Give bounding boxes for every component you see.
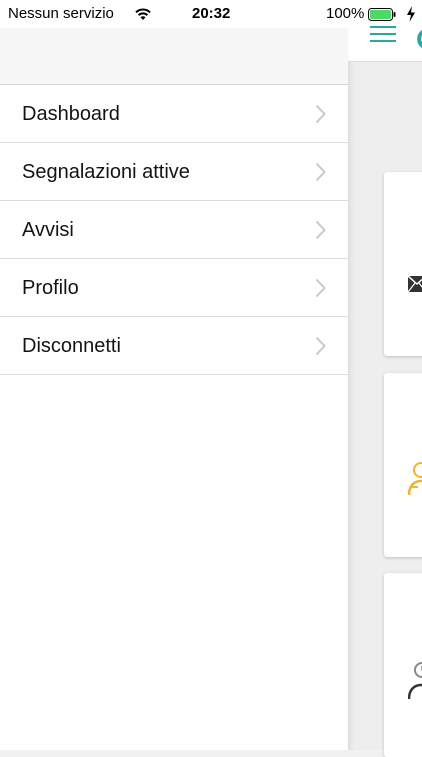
logo-icon (417, 29, 422, 49)
card-profile[interactable] (384, 573, 422, 757)
wifi-icon (135, 8, 151, 20)
menu-item-label: Profilo (22, 277, 79, 299)
chevron-right-icon (315, 104, 326, 124)
side-drawer: Dashboard Segnalazioni attive Avvisi Pro… (0, 0, 348, 750)
user-warning-icon (408, 462, 422, 496)
menu-item-label: Avvisi (22, 219, 74, 241)
chevron-right-icon (315, 278, 326, 298)
main-content[interactable] (348, 0, 422, 757)
card-messages[interactable] (384, 172, 422, 356)
drawer-menu: Dashboard Segnalazioni attive Avvisi Pro… (0, 85, 348, 375)
user-clock-icon (408, 662, 422, 700)
clock: 20:32 (192, 5, 231, 22)
menu-item-label: Dashboard (22, 103, 120, 125)
menu-item-dashboard[interactable]: Dashboard (0, 85, 348, 143)
battery-icon (368, 8, 396, 21)
menu-item-label: Disconnetti (22, 335, 121, 357)
menu-item-segnalazioni-attive[interactable]: Segnalazioni attive (0, 143, 348, 201)
menu-item-avvisi[interactable]: Avvisi (0, 201, 348, 259)
card-active-reports[interactable] (384, 373, 422, 557)
chevron-right-icon (315, 220, 326, 240)
drawer-header (0, 28, 348, 85)
battery-percentage: 100% (326, 5, 365, 22)
hamburger-icon[interactable] (370, 26, 396, 42)
chevron-right-icon (315, 336, 326, 356)
charging-icon (407, 6, 415, 22)
status-bar: Nessun servizio 20:32 100% (0, 0, 422, 28)
menu-item-profilo[interactable]: Profilo (0, 259, 348, 317)
menu-item-disconnetti[interactable]: Disconnetti (0, 317, 348, 375)
mail-icon (408, 276, 422, 292)
menu-item-label: Segnalazioni attive (22, 161, 190, 183)
chevron-right-icon (315, 162, 326, 182)
carrier-label: Nessun servizio (8, 5, 114, 22)
